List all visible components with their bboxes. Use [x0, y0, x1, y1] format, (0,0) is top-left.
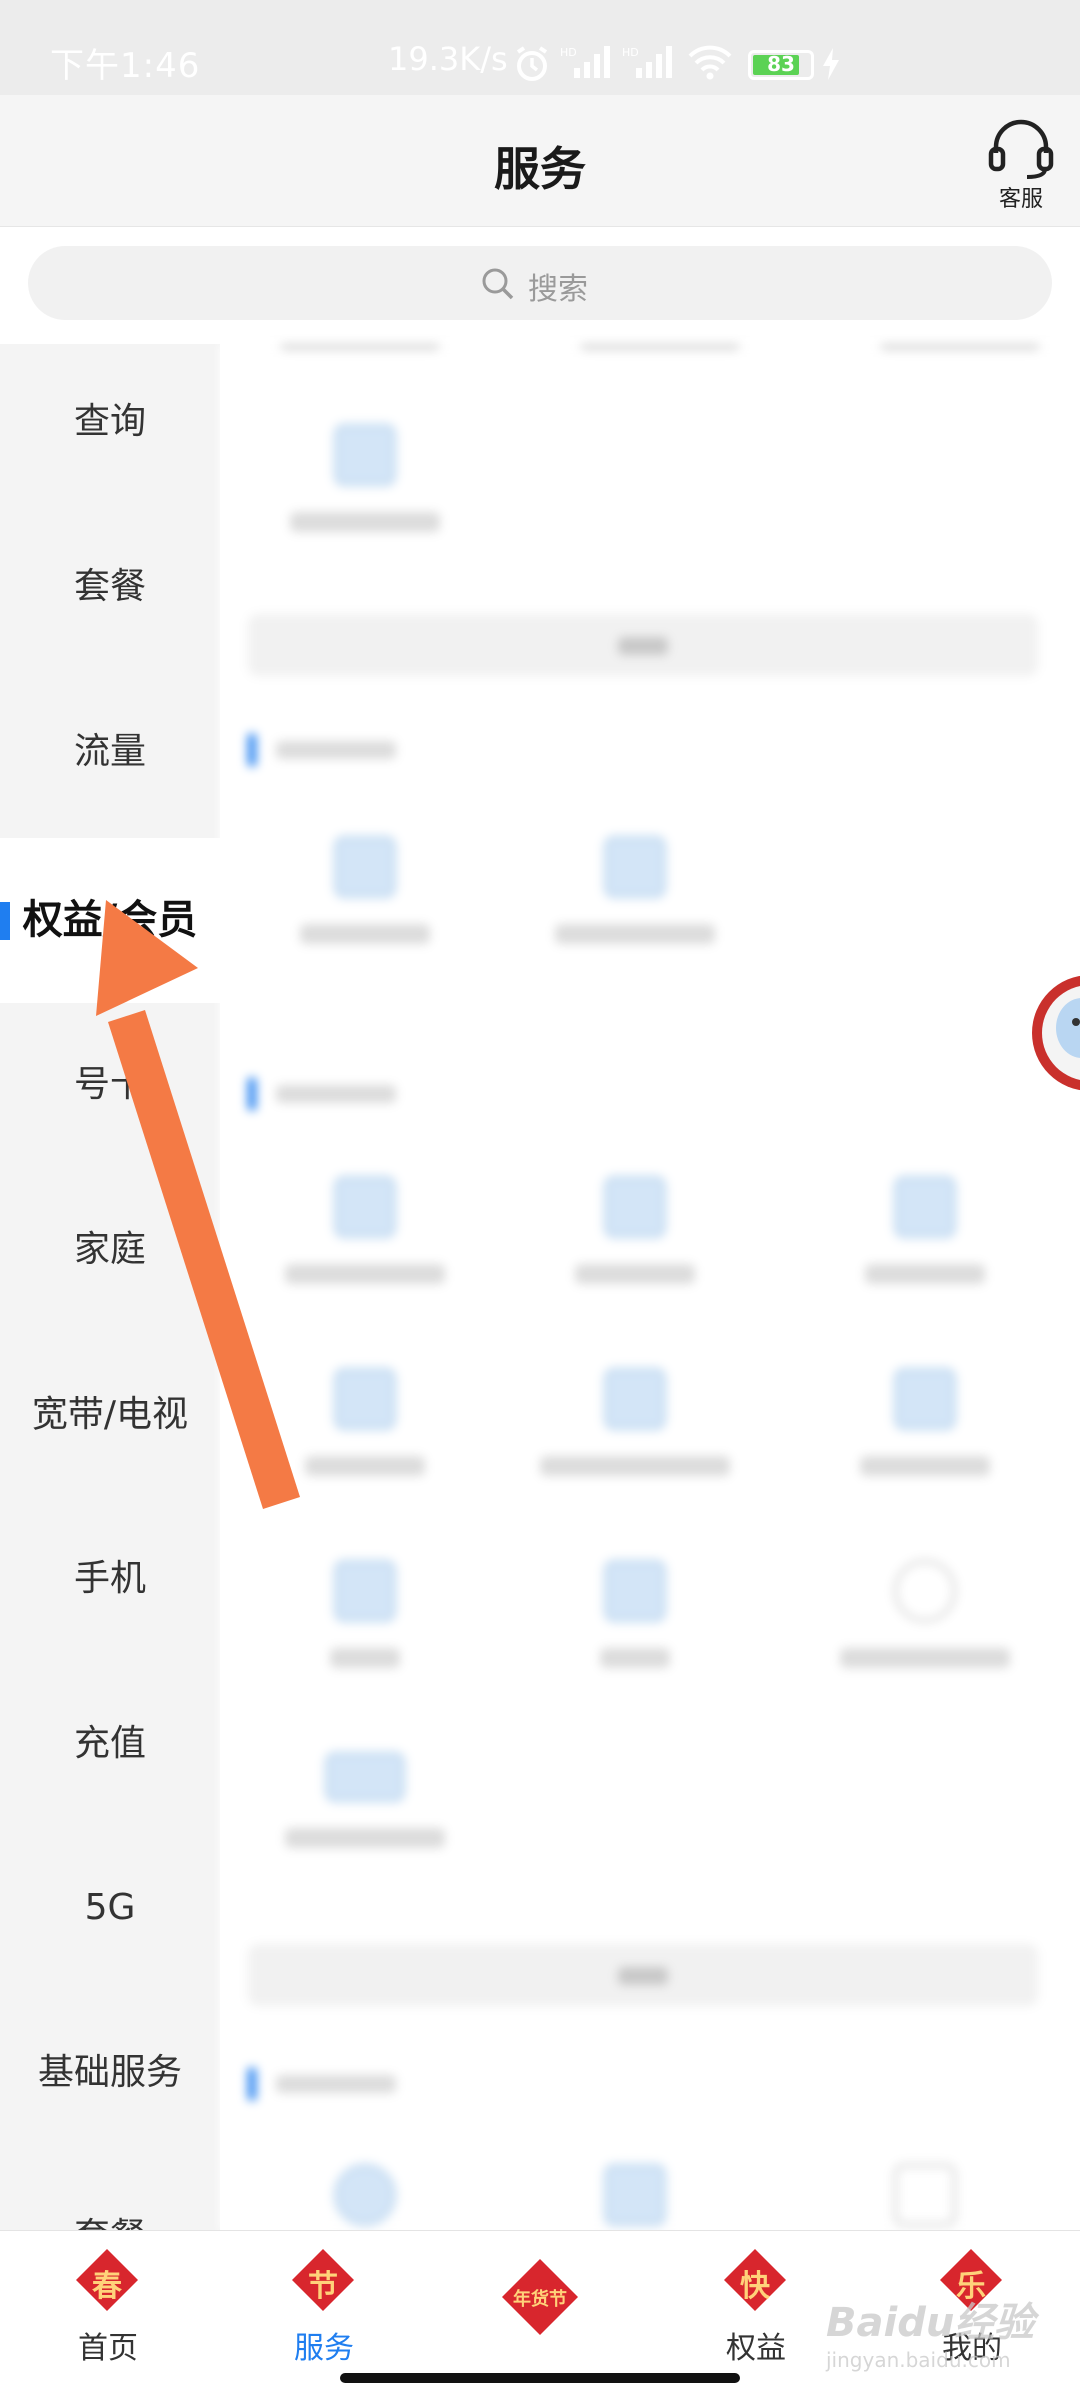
sidebar-item-label: 权益/会员	[22, 897, 198, 943]
service-icon	[604, 2164, 666, 2226]
baidu-watermark: Baidu经验 jingyan.baidu.com	[826, 2300, 1035, 2372]
sidebar-item-label: 流量	[73, 731, 146, 772]
service-item[interactable]	[515, 2164, 755, 2226]
service-item[interactable]	[515, 1368, 755, 1476]
headset-icon	[988, 119, 1054, 179]
service-icon	[604, 1560, 666, 1622]
page-header: 服务 客服	[0, 95, 1080, 227]
customer-service-button[interactable]: 客服	[986, 117, 1056, 217]
sidebar-item-label: 套餐	[73, 566, 146, 607]
subsection-header	[248, 1076, 396, 1116]
nav-shopping-festival[interactable]: 年货节	[432, 2231, 648, 2381]
sidebar-item-label: 5G	[84, 1887, 136, 1928]
service-icon	[604, 1176, 666, 1238]
service-icon	[894, 1368, 956, 1430]
sidebar-item-label: 基础服务	[37, 2052, 182, 2093]
service-icon	[894, 1176, 956, 1238]
service-icon	[334, 1176, 396, 1238]
service-item[interactable]	[515, 836, 755, 944]
service-icon	[604, 836, 666, 898]
service-item[interactable]	[245, 424, 485, 532]
service-item[interactable]	[805, 1176, 1045, 1284]
service-item[interactable]	[805, 1368, 1045, 1476]
fast-badge-icon: 快	[722, 2247, 788, 2313]
nav-services[interactable]: 节 服务	[216, 2231, 432, 2381]
festival-badge-icon: 节	[290, 2247, 356, 2313]
nav-label: 首页	[78, 2331, 138, 2366]
subsection-header	[248, 2066, 396, 2106]
service-item[interactable]	[245, 1560, 485, 1668]
service-item[interactable]	[245, 1752, 485, 1848]
customer-service-label: 客服	[998, 187, 1043, 212]
service-item[interactable]	[245, 1368, 485, 1476]
subsection-header	[248, 732, 396, 772]
sidebar-item-phone[interactable]: 手机	[0, 1496, 220, 1661]
battery-level: 83	[767, 52, 795, 76]
sidebar-item-5g[interactable]: 5G	[0, 1825, 220, 1990]
sidebar-item-data[interactable]: 流量	[0, 669, 220, 834]
category-sidebar: 查询 套餐 流量 权益/会员 号卡 家庭 宽带/电视 手机 充值 5G 基础服务…	[0, 344, 220, 2230]
sidebar-item-sim-card[interactable]: 号卡	[0, 1002, 220, 1167]
sidebar-item-label: 号卡	[73, 1064, 146, 1105]
service-item[interactable]	[805, 1560, 1045, 1668]
search-input[interactable]: 搜索	[28, 246, 1052, 320]
section-header	[248, 614, 1038, 676]
service-icon	[334, 836, 396, 898]
sidebar-item-label: 宽带/电视	[31, 1394, 189, 1435]
service-icon	[894, 2164, 956, 2226]
network-speed: 19.3K/s	[388, 40, 508, 78]
sidebar-item-benefits-membership[interactable]: 权益/会员	[0, 838, 220, 1003]
status-bar: 下午1:46 19.3K/s HD HD 83	[0, 0, 1080, 95]
svg-text:HD: HD	[560, 46, 577, 59]
sidebar-item-plan-more[interactable]: 套餐	[0, 2154, 220, 2230]
sidebar-item-broadband-tv[interactable]: 宽带/电视	[0, 1332, 220, 1497]
search-placeholder: 搜索	[528, 272, 588, 307]
wifi-icon	[688, 45, 732, 80]
search-area: 搜索	[0, 228, 1080, 344]
section-header	[248, 1944, 1038, 2006]
service-item[interactable]	[245, 2164, 485, 2226]
service-icon	[604, 1368, 666, 1430]
sidebar-item-label: 查询	[73, 401, 146, 442]
sidebar-item-label: 手机	[73, 1558, 146, 1599]
service-item[interactable]	[515, 1176, 755, 1284]
sidebar-item-plan[interactable]: 套餐	[0, 504, 220, 669]
shopping-festival-badge-icon: 年货节	[500, 2257, 580, 2337]
service-icon	[894, 1560, 956, 1622]
sidebar-item-label: 家庭	[73, 1229, 146, 1270]
home-indicator[interactable]	[340, 2373, 740, 2383]
service-icon	[334, 424, 396, 486]
service-icon	[334, 2164, 396, 2226]
sidebar-item-recharge[interactable]: 充值	[0, 1661, 220, 1826]
sidebar-item-family[interactable]: 家庭	[0, 1167, 220, 1332]
sidebar-item-label: 充值	[73, 1723, 146, 1764]
service-item[interactable]	[805, 2164, 1045, 2226]
service-icon	[334, 1560, 396, 1622]
search-icon	[482, 268, 514, 300]
nav-label: 服务	[294, 2331, 354, 2366]
page-title: 服务	[494, 142, 586, 196]
service-item[interactable]	[245, 836, 485, 944]
sidebar-item-label: 套餐	[74, 2216, 146, 2230]
hd-signal-icon: HD	[560, 46, 610, 78]
charging-icon	[823, 48, 839, 80]
service-item[interactable]	[515, 1560, 755, 1668]
sidebar-item-basic-services[interactable]: 基础服务	[0, 1990, 220, 2155]
service-item[interactable]	[245, 1176, 485, 1284]
floating-mascot-icon[interactable]	[1020, 968, 1080, 1098]
spring-badge-icon: 春	[74, 2247, 140, 2313]
service-icon	[325, 1752, 405, 1802]
service-content-panel	[220, 344, 1080, 2230]
battery-icon: 83	[748, 50, 814, 80]
nav-home[interactable]: 春 首页	[0, 2231, 216, 2381]
status-time: 下午1:46	[50, 46, 201, 86]
service-icon	[334, 1368, 396, 1430]
alarm-icon	[516, 46, 548, 81]
hd-signal-icon: HD	[622, 46, 672, 78]
sidebar-item-query[interactable]: 查询	[0, 344, 220, 504]
svg-text:HD: HD	[622, 46, 639, 59]
